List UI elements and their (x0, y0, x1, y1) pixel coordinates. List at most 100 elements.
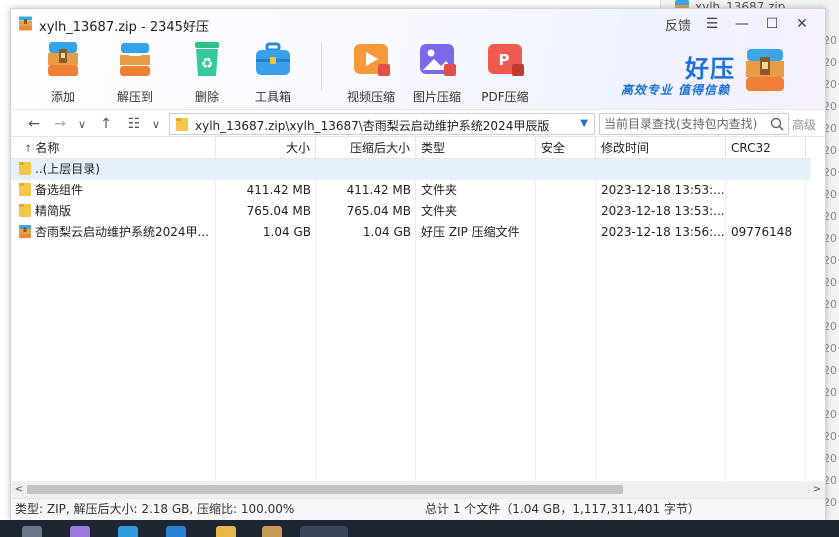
table-row[interactable]: 备选组件 411.42 MB 411.42 MB 文件夹 2023-12-18 13:5… (11, 180, 811, 201)
close-button[interactable]: ✕ (787, 13, 817, 35)
taskbar (0, 520, 839, 537)
search-box[interactable] (599, 113, 789, 135)
extract-to-button[interactable]: 解压到 (103, 39, 167, 105)
file-name-cell: 精简版 (13, 201, 216, 222)
file-modified-cell: 2023-12-18 13:56:... (601, 225, 725, 239)
archive-info: 类型: ZIP, 解压后大小: 2.18 GB, 压缩比: 100.00% (15, 502, 295, 516)
file-crc-cell (726, 180, 806, 201)
archive-totals: 总计 1 个文件（1.04 GB，1,117,311,401 字节） (425, 502, 700, 516)
file-size-cell: 765.04 MB (246, 204, 311, 218)
column-header-security[interactable]: 安全 (536, 137, 596, 159)
file-name-cell: 备选组件 (13, 180, 216, 201)
file-type-cell: 文件夹 (421, 204, 458, 218)
scroll-left-button[interactable]: < (12, 482, 26, 497)
view-mode-button[interactable]: ☷ (123, 113, 145, 135)
scrollbar-thumb[interactable] (27, 485, 623, 494)
file-size-cell: 411.42 MB (246, 183, 311, 197)
file-name: 杏雨梨云启动维护系统2024甲... (35, 225, 209, 239)
file-type-cell (416, 159, 536, 180)
file-modified-cell: 2023-12-18 13:53:... (601, 204, 725, 218)
column-header-size[interactable]: 大小 (216, 137, 316, 159)
toolbox-label: 工具箱 (254, 90, 291, 104)
delete-button[interactable]: ♻ 删除 (175, 39, 239, 105)
file-packed-cell: 1.04 GB (362, 225, 411, 239)
file-name: ..(上层目录) (35, 162, 100, 176)
folder-icon (19, 183, 31, 196)
horizontal-scrollbar[interactable]: < > (11, 481, 825, 498)
file-security-cell (536, 201, 596, 222)
file-type-cell: 好压 ZIP 压缩文件 (421, 225, 520, 239)
history-dropdown[interactable]: ∨ (71, 113, 93, 135)
address-bar[interactable]: xylh_13687.zip\xylh_13687\杏雨梨云启动维护系统2024… (169, 113, 595, 135)
column-header-packed-size[interactable]: 压缩后大小 (316, 137, 416, 159)
pdf-compress-label: PDF压缩 (481, 90, 529, 104)
window-title: xylh_13687.zip - 2345好压 (39, 20, 209, 35)
image-icon (420, 44, 456, 76)
title-bar: xylh_13687.zip - 2345好压 反馈 ☰ — ☐ ✕ (11, 9, 825, 39)
file-type-cell: 文件夹 (421, 183, 458, 197)
video-icon (354, 44, 390, 76)
search-icon[interactable] (770, 117, 784, 131)
up-folder-button[interactable]: ↑ (95, 113, 117, 135)
folder-icon (19, 162, 31, 175)
table-row[interactable]: 杏雨梨云启动维护系统2024甲... 1.04 GB 1.04 GB 好压 ZIP 压… (11, 222, 811, 243)
file-security-cell (536, 159, 596, 180)
taskbar-app-icon[interactable] (262, 526, 282, 537)
delete-label: 删除 (194, 90, 219, 104)
add-label: 添加 (50, 90, 75, 104)
file-size-cell (216, 159, 316, 180)
file-list: ↑名称 大小 压缩后大小 类型 安全 修改时间 CRC32 压缩 ..(上层目录… (11, 137, 811, 481)
taskbar-app-icon[interactable] (22, 526, 42, 537)
view-mode-dropdown[interactable]: ∨ (145, 113, 167, 135)
app-window: xylh_13687.zip - 2345好压 反馈 ☰ — ☐ ✕ 添加 解压… (10, 8, 826, 520)
file-security-cell (536, 222, 596, 243)
file-name: 备选组件 (35, 183, 84, 197)
video-compress-button[interactable]: 视频压缩 (339, 39, 403, 105)
table-row[interactable]: 精简版 765.04 MB 765.04 MB 文件夹 2023-12-18 13:53… (11, 201, 811, 222)
back-button[interactable]: ← (23, 113, 45, 135)
taskbar-app-icon[interactable] (216, 526, 236, 537)
file-name-cell: 杏雨梨云启动维护系统2024甲... (13, 222, 216, 243)
search-input[interactable] (604, 117, 764, 131)
status-bar: 类型: ZIP, 解压后大小: 2.18 GB, 压缩比: 100.00% 总计… (11, 498, 825, 520)
column-header-type[interactable]: 类型 (416, 137, 536, 159)
address-dropdown-icon[interactable]: ▼ (580, 118, 588, 129)
column-header-crc32[interactable]: CRC32 (726, 137, 806, 159)
file-name-cell: ..(上层目录) (13, 159, 216, 180)
image-compress-button[interactable]: 图片压缩 (405, 39, 469, 105)
column-header-name[interactable]: ↑ 名称 (11, 137, 216, 159)
brand-banner: 好压 高效专业 值得信赖 (617, 45, 797, 101)
folder-icon (176, 118, 188, 131)
image-compress-label: 图片压缩 (412, 90, 461, 104)
scroll-right-button[interactable]: > (810, 482, 824, 497)
feedback-button[interactable]: 反馈 (659, 13, 697, 35)
file-modified-cell: 2023-12-18 13:53:... (601, 183, 725, 197)
folder-icon (19, 204, 31, 217)
file-modified-cell (596, 159, 726, 180)
taskbar-app-icon[interactable] (118, 526, 138, 537)
toolbox-button[interactable]: 工具箱 (241, 39, 305, 105)
taskbar-app-icon[interactable] (70, 526, 90, 537)
forward-button[interactable]: → (49, 113, 71, 135)
taskbar-app-icon[interactable] (166, 526, 186, 537)
taskbar-active-app[interactable] (300, 526, 348, 537)
table-row[interactable]: ..(上层目录) (11, 159, 811, 180)
advanced-search-link[interactable]: 高级 (792, 116, 816, 133)
menu-icon[interactable]: ☰ (697, 13, 727, 35)
window-controls: 反馈 ☰ — ☐ ✕ (659, 13, 817, 35)
address-path: xylh_13687.zip\xylh_13687\杏雨梨云启动维护系统2024… (195, 119, 550, 133)
brand-logo-icon (746, 49, 784, 91)
maximize-button[interactable]: ☐ (757, 13, 787, 35)
svg-text:♻: ♻ (201, 56, 214, 72)
file-crc-cell: 09776148 (731, 225, 793, 239)
zip-file-icon (19, 225, 31, 238)
file-name: 精简版 (35, 204, 72, 218)
pdf-icon: P (488, 44, 524, 76)
pdf-compress-button[interactable]: P PDF压缩 (473, 39, 537, 105)
column-header-modified[interactable]: 修改时间 (596, 137, 726, 159)
sort-ascending-icon: ↑ (24, 144, 33, 155)
add-button[interactable]: 添加 (31, 39, 95, 105)
minimize-button[interactable]: — (727, 13, 757, 35)
brand-slogan: 高效专业 值得信赖 (621, 83, 731, 97)
file-packed-cell: 765.04 MB (346, 204, 411, 218)
